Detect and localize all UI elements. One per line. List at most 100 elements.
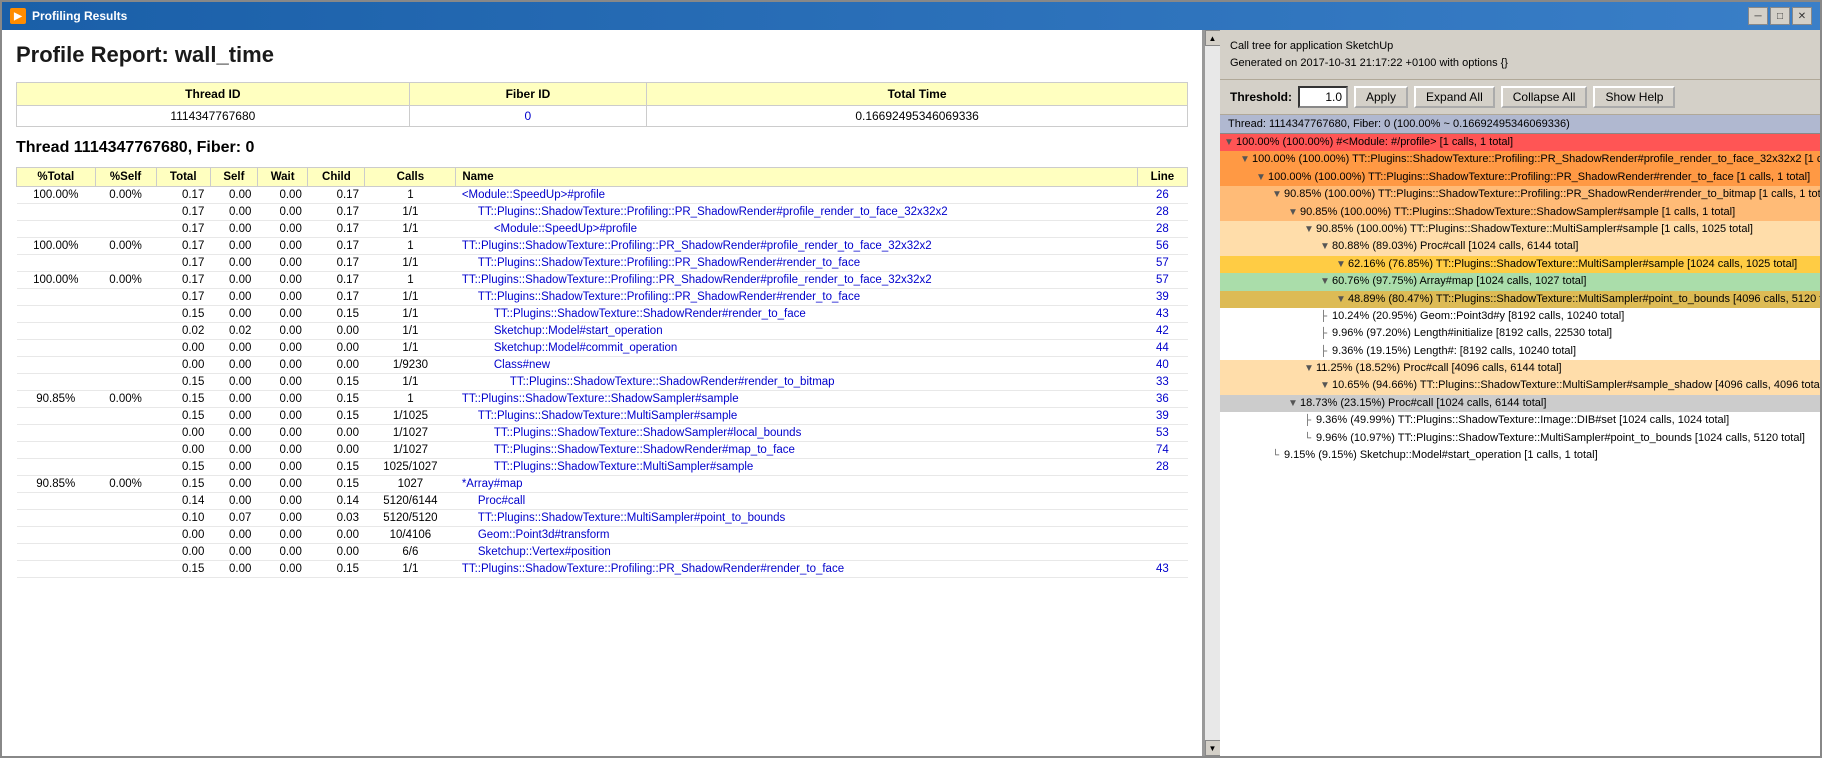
line-link[interactable]: 53 xyxy=(1156,427,1169,439)
table-cell[interactable]: <Module::SpeedUp>#profile xyxy=(456,187,1137,204)
method-link[interactable]: TT::Plugins::ShadowTexture::Profiling::P… xyxy=(478,291,860,303)
method-link[interactable]: TT::Plugins::ShadowTexture::ShadowSample… xyxy=(494,427,802,439)
tree-toggle[interactable]: ▼ xyxy=(1304,223,1316,237)
table-cell[interactable]: 26 xyxy=(1137,187,1187,204)
table-cell[interactable]: TT::Plugins::ShadowTexture::MultiSampler… xyxy=(456,408,1137,425)
method-link[interactable]: Class#new xyxy=(494,359,550,371)
close-btn[interactable]: ✕ xyxy=(1792,7,1812,25)
apply-button[interactable]: Apply xyxy=(1354,86,1408,108)
tree-toggle[interactable]: ▼ xyxy=(1320,379,1332,393)
table-cell[interactable]: TT::Plugins::ShadowTexture::Profiling::P… xyxy=(456,272,1137,289)
table-cell[interactable]: TT::Plugins::ShadowTexture::ShadowRender… xyxy=(456,374,1137,391)
tree-toggle[interactable]: ▼ xyxy=(1240,153,1252,167)
tree-toggle[interactable]: ▼ xyxy=(1320,275,1332,289)
table-cell[interactable]: 28 xyxy=(1137,459,1187,476)
tree-item[interactable]: ├ 9.36% (49.99%) TT::Plugins::ShadowText… xyxy=(1220,412,1820,429)
line-link[interactable]: 36 xyxy=(1156,393,1169,405)
line-link[interactable]: 57 xyxy=(1156,257,1169,269)
table-cell[interactable]: TT::Plugins::ShadowTexture::MultiSampler… xyxy=(456,459,1137,476)
method-link[interactable]: *Array#map xyxy=(462,478,523,490)
line-link[interactable]: 57 xyxy=(1156,274,1169,286)
table-cell[interactable]: TT::Plugins::ShadowTexture::ShadowRender… xyxy=(456,306,1137,323)
method-link[interactable]: Proc#call xyxy=(478,495,525,507)
table-cell[interactable]: Sketchup::Model#start_operation xyxy=(456,323,1137,340)
tree-item[interactable]: ├ 9.96% (97.20%) Length#initialize [8192… xyxy=(1220,325,1820,342)
collapse-all-button[interactable]: Collapse All xyxy=(1501,86,1588,108)
method-link[interactable]: Geom::Point3d#transform xyxy=(478,529,610,541)
tree-item[interactable]: └ 9.96% (10.97%) TT::Plugins::ShadowText… xyxy=(1220,430,1820,447)
tree-item[interactable]: ▼ 18.73% (23.15%) Proc#call [1024 calls,… xyxy=(1220,395,1820,412)
show-help-button[interactable]: Show Help xyxy=(1593,86,1675,108)
method-link[interactable]: TT::Plugins::ShadowTexture::MultiSampler… xyxy=(478,512,785,524)
tree-toggle[interactable]: ▼ xyxy=(1288,206,1300,220)
tree-item[interactable]: └ 9.15% (9.15%) Sketchup::Model#start_op… xyxy=(1220,447,1820,464)
method-link[interactable]: Sketchup::Vertex#position xyxy=(478,546,611,558)
fiber-link[interactable]: 0 xyxy=(525,109,532,123)
table-cell[interactable]: 56 xyxy=(1137,238,1187,255)
tree-item[interactable]: ▼ 11.25% (18.52%) Proc#call [4096 calls,… xyxy=(1220,360,1820,377)
method-link[interactable]: TT::Plugins::ShadowTexture::Profiling::P… xyxy=(462,274,932,286)
table-cell[interactable]: *Array#map xyxy=(456,476,1137,493)
line-link[interactable]: 74 xyxy=(1156,444,1169,456)
table-cell[interactable]: 40 xyxy=(1137,357,1187,374)
method-link[interactable]: TT::Plugins::ShadowTexture::ShadowRender… xyxy=(510,376,835,388)
method-link[interactable]: TT::Plugins::ShadowTexture::Profiling::P… xyxy=(462,563,844,575)
method-link[interactable]: TT::Plugins::ShadowTexture::MultiSampler… xyxy=(478,410,738,422)
tree-toggle[interactable]: ▼ xyxy=(1320,240,1332,254)
scroll-up-btn[interactable]: ▲ xyxy=(1205,30,1221,46)
tree-toggle[interactable]: ▼ xyxy=(1224,136,1236,150)
expand-all-button[interactable]: Expand All xyxy=(1414,86,1495,108)
line-link[interactable]: 39 xyxy=(1156,291,1169,303)
scroll-down-btn[interactable]: ▼ xyxy=(1205,740,1221,756)
line-link[interactable]: 42 xyxy=(1156,325,1169,337)
tree-toggle[interactable]: ▼ xyxy=(1256,171,1268,185)
method-link[interactable]: TT::Plugins::ShadowTexture::ShadowRender… xyxy=(494,308,806,320)
tree-item[interactable]: ▼ 80.88% (89.03%) Proc#call [1024 calls,… xyxy=(1220,238,1820,255)
method-link[interactable]: TT::Plugins::ShadowTexture::ShadowSample… xyxy=(462,393,739,405)
tree-item[interactable]: ▼ 100.00% (100.00%) TT::Plugins::ShadowT… xyxy=(1220,151,1820,168)
method-link[interactable]: TT::Plugins::ShadowTexture::Profiling::P… xyxy=(478,206,948,218)
table-cell[interactable]: 43 xyxy=(1137,306,1187,323)
tree-toggle[interactable]: ├ xyxy=(1320,345,1332,359)
line-link[interactable]: 44 xyxy=(1156,342,1169,354)
table-cell[interactable]: 43 xyxy=(1137,561,1187,578)
tree-item[interactable]: ▼ 90.85% (100.00%) TT::Plugins::ShadowTe… xyxy=(1220,204,1820,221)
line-link[interactable]: 43 xyxy=(1156,563,1169,575)
line-link[interactable]: 26 xyxy=(1156,189,1169,201)
line-link[interactable]: 28 xyxy=(1156,461,1169,473)
call-tree-container[interactable]: ▼ 100.00% (100.00%) #<Module: #/profile>… xyxy=(1220,134,1820,756)
tree-item[interactable]: ▼ 90.85% (100.00%) TT::Plugins::ShadowTe… xyxy=(1220,221,1820,238)
left-scrollbar[interactable]: ▲ ▼ xyxy=(1204,30,1220,756)
tree-toggle[interactable]: ├ xyxy=(1304,414,1316,428)
tree-item[interactable]: ▼ 100.00% (100.00%) #<Module: #/profile>… xyxy=(1220,134,1820,151)
tree-toggle[interactable]: ▼ xyxy=(1336,293,1348,307)
line-link[interactable]: 40 xyxy=(1156,359,1169,371)
scroll-track[interactable] xyxy=(1205,46,1220,740)
table-cell[interactable]: 57 xyxy=(1137,255,1187,272)
table-cell[interactable]: Sketchup::Vertex#position xyxy=(456,544,1137,561)
table-cell[interactable]: <Module::SpeedUp>#profile xyxy=(456,221,1137,238)
method-link[interactable]: <Module::SpeedUp>#profile xyxy=(462,189,605,201)
tree-toggle[interactable]: ▼ xyxy=(1288,397,1300,411)
tree-item[interactable]: ▼ 62.16% (76.85%) TT::Plugins::ShadowTex… xyxy=(1220,256,1820,273)
line-link[interactable]: 28 xyxy=(1156,223,1169,235)
tree-item[interactable]: ▼ 10.65% (94.66%) TT::Plugins::ShadowTex… xyxy=(1220,377,1820,394)
table-cell[interactable]: TT::Plugins::ShadowTexture::Profiling::P… xyxy=(456,561,1137,578)
tree-toggle[interactable]: ▼ xyxy=(1304,362,1316,376)
tree-item[interactable]: ▼ 100.00% (100.00%) TT::Plugins::ShadowT… xyxy=(1220,169,1820,186)
table-cell[interactable]: Proc#call xyxy=(456,493,1137,510)
table-cell[interactable]: Geom::Point3d#transform xyxy=(456,527,1137,544)
tree-toggle[interactable]: ▼ xyxy=(1272,188,1284,202)
method-link[interactable]: Sketchup::Model#commit_operation xyxy=(494,342,677,354)
table-cell[interactable]: Class#new xyxy=(456,357,1137,374)
maximize-btn[interactable]: □ xyxy=(1770,7,1790,25)
table-cell[interactable]: TT::Plugins::ShadowTexture::ShadowSample… xyxy=(456,425,1137,442)
table-cell[interactable]: 53 xyxy=(1137,425,1187,442)
table-cell[interactable]: TT::Plugins::ShadowTexture::MultiSampler… xyxy=(456,510,1137,527)
method-link[interactable]: TT::Plugins::ShadowTexture::ShadowRender… xyxy=(494,444,795,456)
table-cell[interactable]: 28 xyxy=(1137,221,1187,238)
minimize-btn[interactable]: ─ xyxy=(1748,7,1768,25)
tree-item[interactable]: ├ 10.24% (20.95%) Geom::Point3d#y [8192 … xyxy=(1220,308,1820,325)
line-link[interactable]: 43 xyxy=(1156,308,1169,320)
table-cell[interactable]: TT::Plugins::ShadowTexture::Profiling::P… xyxy=(456,204,1137,221)
